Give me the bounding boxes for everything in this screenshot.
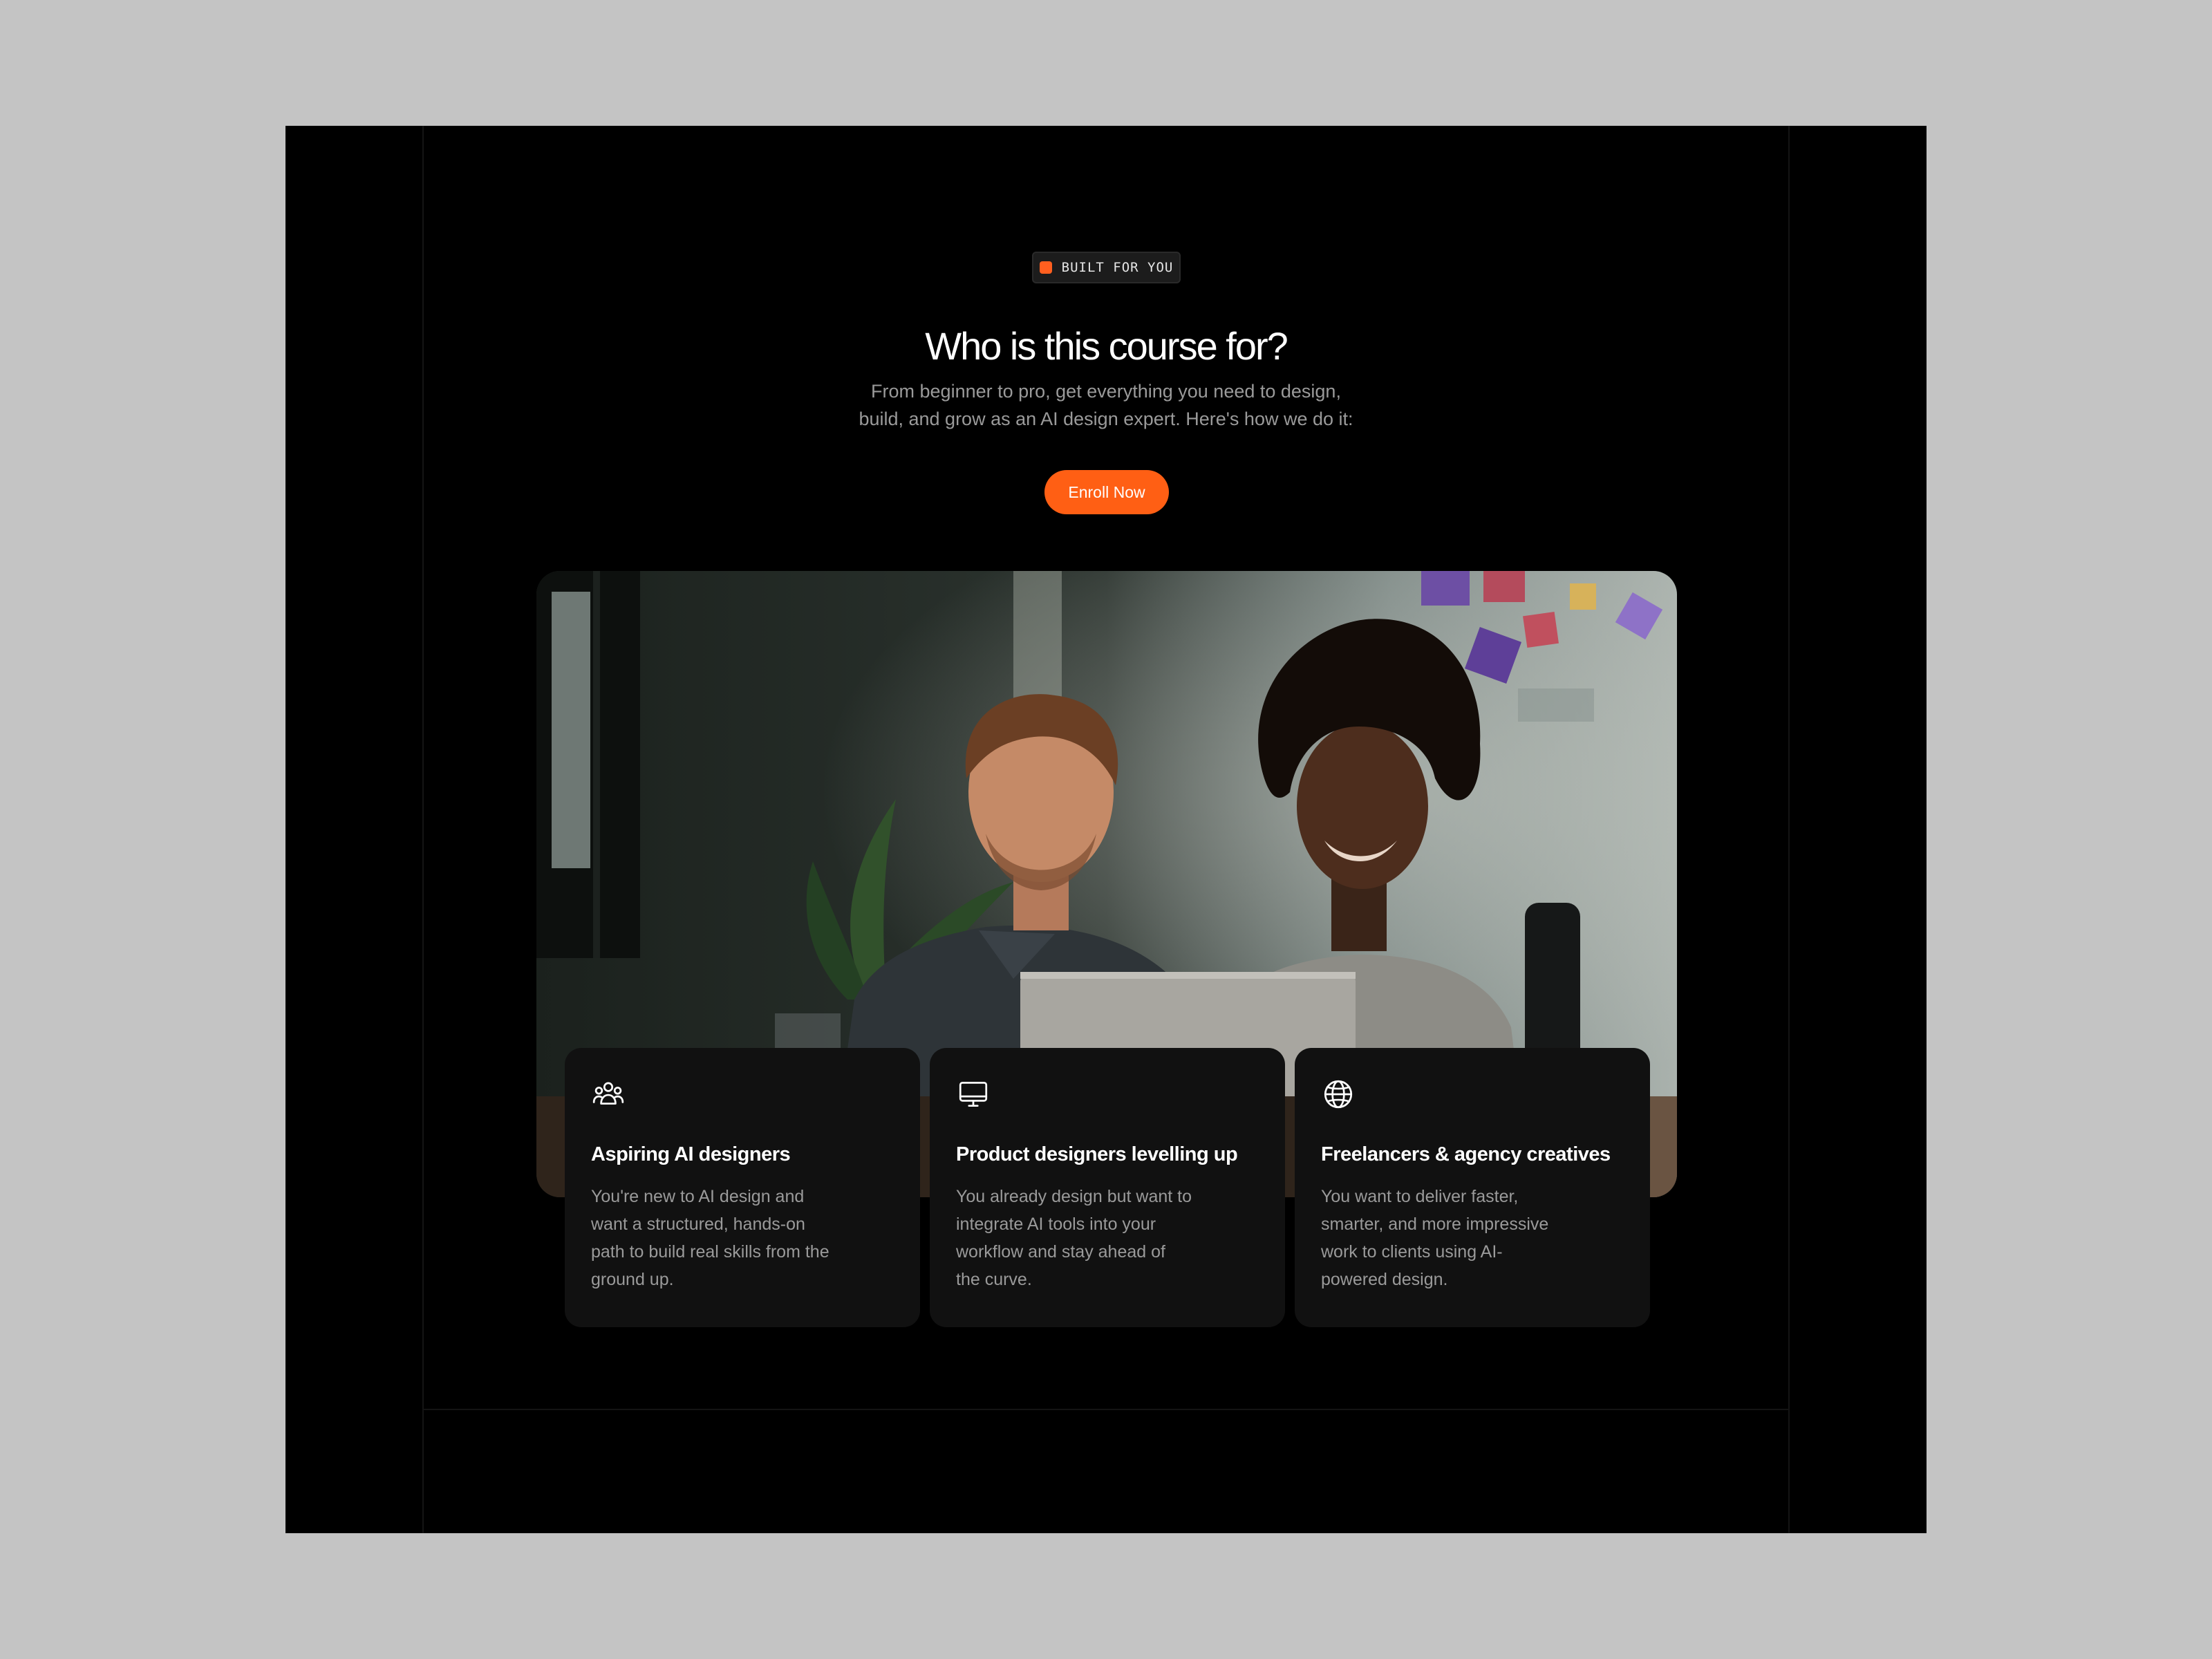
card-line: powered design.: [1321, 1270, 1448, 1289]
card-title: Freelancers & agency creatives: [1321, 1143, 1611, 1165]
enroll-now-button[interactable]: Enroll Now: [1044, 470, 1169, 514]
card-line: You want to deliver faster,: [1321, 1187, 1519, 1206]
card-title: Product designers levelling up: [956, 1143, 1238, 1165]
audience-card: Aspiring AI designers You're new to AI d…: [565, 1048, 920, 1327]
card-description: You're new to AI design and want a struc…: [591, 1183, 894, 1293]
card-line: the curve.: [956, 1270, 1032, 1289]
audience-card: Freelancers & agency creatives You want …: [1295, 1048, 1650, 1327]
page-frame: BUILT FOR YOU Who is this course for? Fr…: [285, 126, 1927, 1533]
card-line: work to clients using AI-: [1321, 1242, 1503, 1262]
users-icon: [592, 1082, 624, 1105]
card-line: path to build real skills from the: [591, 1242, 830, 1262]
subtitle-line: From beginner to pro, get everything you…: [871, 381, 1341, 402]
card-line: integrate AI tools into your: [956, 1215, 1156, 1234]
section-title: Who is this course for?: [925, 324, 1288, 368]
card-line: ground up.: [591, 1270, 674, 1289]
card-line: smarter, and more impressive: [1321, 1215, 1549, 1234]
globe-icon: [1324, 1080, 1353, 1109]
card-line: You already design but want to: [956, 1187, 1192, 1206]
card-description: You already design but want to integrate…: [956, 1183, 1259, 1293]
card-line: You're new to AI design and: [591, 1187, 805, 1206]
section-subtitle: From beginner to pro, get everything you…: [285, 377, 1927, 433]
badge-label: BUILT FOR YOU: [1061, 260, 1174, 275]
monitor-icon: [959, 1081, 988, 1107]
card-line: workflow and stay ahead of: [956, 1242, 1165, 1262]
audience-cards: Aspiring AI designers You're new to AI d…: [565, 1048, 1650, 1327]
subtitle-line: build, and grow as an AI design expert. …: [859, 409, 1353, 429]
section-divider: [422, 1409, 1788, 1410]
card-line: want a structured, hands-on: [591, 1215, 805, 1234]
built-for-you-badge: BUILT FOR YOU: [1032, 252, 1181, 283]
audience-card: Product designers levelling up You alrea…: [930, 1048, 1285, 1327]
badge-dot-icon: [1039, 261, 1052, 274]
card-description: You want to deliver faster, smarter, and…: [1321, 1183, 1624, 1293]
card-title: Aspiring AI designers: [591, 1143, 791, 1165]
